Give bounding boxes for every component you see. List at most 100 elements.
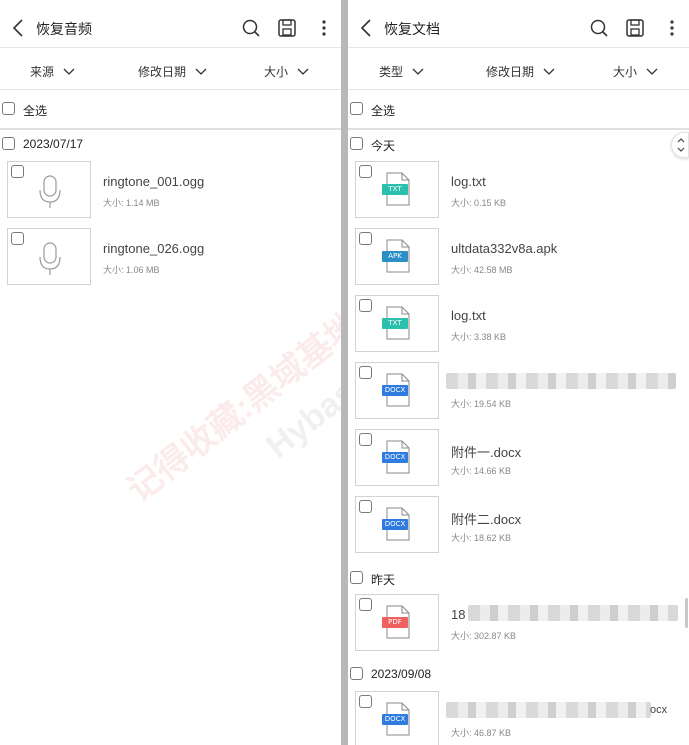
date-group-header: 2023/09/08 (348, 665, 689, 689)
file-thumbnail: PDF (355, 594, 439, 651)
date-group-header: 昨天 (348, 569, 689, 593)
more-vertical-icon[interactable] (311, 15, 337, 41)
filter-label: 类型 (379, 65, 404, 79)
filter-type[interactable]: 类型 (379, 63, 424, 80)
file-size: 大小: 18.62 KB (451, 533, 512, 543)
filter-modified-date[interactable]: 修改日期 (138, 63, 207, 80)
more-vertical-icon[interactable] (659, 15, 685, 41)
file-thumbnail: DOCX (355, 691, 439, 745)
list-item[interactable]: APK ultdata332v8a.apk 大小: 42.58 MB (348, 228, 689, 288)
filter-label: 修改日期 (486, 65, 535, 79)
redacted-file-name (468, 605, 678, 621)
item-checkbox[interactable] (359, 165, 372, 178)
filter-label: 大小 (264, 65, 289, 79)
item-checkbox[interactable] (359, 232, 372, 245)
filter-bar: 类型 修改日期 大小 (348, 56, 689, 90)
list-item[interactable]: DOCX 大小: 19.54 KB (348, 362, 689, 422)
item-checkbox[interactable] (359, 598, 372, 611)
list-item[interactable]: TXT log.txt 大小: 3.38 KB (348, 295, 689, 355)
group-date: 2023/07/17 (23, 137, 84, 151)
document-recovery-panel: 恢复文档 类型 修改日期 大小 全选 今天 TXT log.txt 大小: 0.… (348, 0, 689, 745)
file-size: 大小: 3.38 KB (451, 332, 507, 342)
group-checkbox[interactable] (350, 571, 363, 584)
item-checkbox[interactable] (359, 500, 372, 513)
item-checkbox[interactable] (359, 366, 372, 379)
scrollbar[interactable] (685, 598, 688, 628)
file-type-badge: DOCX (382, 385, 408, 396)
file-size: 大小: 42.58 MB (451, 265, 513, 275)
file-name: ringtone_026.ogg (103, 241, 205, 256)
chevron-down-icon (543, 68, 555, 75)
select-all-row[interactable]: 全选 (348, 96, 689, 124)
file-thumbnail: DOCX (355, 496, 439, 553)
group-checkbox[interactable] (350, 137, 363, 150)
fast-scroll-handle[interactable] (671, 132, 689, 158)
watermark-text: 记得收藏:黑域基地 (120, 305, 341, 510)
filter-modified-date[interactable]: 修改日期 (486, 63, 555, 80)
filter-label: 修改日期 (138, 65, 187, 79)
file-thumbnail: DOCX (355, 429, 439, 486)
search-icon[interactable] (586, 15, 612, 41)
chevron-down-icon (412, 68, 424, 75)
item-checkbox[interactable] (359, 433, 372, 446)
list-item[interactable]: TXT log.txt 大小: 0.15 KB (348, 161, 689, 221)
group-date: 2023/09/08 (371, 667, 432, 681)
filter-source[interactable]: 来源 (30, 63, 75, 80)
select-all-row[interactable]: 全选 (0, 96, 341, 124)
item-checkbox[interactable] (359, 299, 372, 312)
scroll-arrows-icon (677, 138, 685, 152)
list-item[interactable]: DOCX ocx 大小: 46.87 KB (348, 691, 689, 745)
group-checkbox[interactable] (2, 137, 15, 150)
select-all-checkbox[interactable] (350, 102, 363, 115)
filter-bar: 来源 修改日期 大小 (0, 56, 341, 90)
chevron-down-icon (297, 68, 309, 75)
list-item[interactable]: DOCX 附件二.docx 大小: 18.62 KB (348, 496, 689, 556)
file-name: ringtone_001.ogg (103, 174, 205, 189)
save-icon[interactable] (274, 15, 300, 41)
item-checkbox[interactable] (11, 165, 24, 178)
filter-label: 来源 (30, 65, 55, 79)
file-type-badge: TXT (382, 184, 408, 195)
select-all-checkbox[interactable] (2, 102, 15, 115)
chevron-down-icon (646, 68, 658, 75)
file-name: log.txt (451, 174, 486, 189)
file-thumbnail: TXT (355, 295, 439, 352)
file-thumbnail: APK (355, 228, 439, 285)
file-size: 大小: 14.66 KB (451, 466, 512, 476)
redacted-file-name (446, 702, 651, 718)
file-size: 大小: 0.15 KB (451, 198, 507, 208)
file-size: 大小: 1.06 MB (103, 265, 160, 275)
list-item[interactable]: DOCX 附件一.docx 大小: 14.66 KB (348, 429, 689, 489)
item-checkbox[interactable] (11, 232, 24, 245)
page-title: 恢复文档 (384, 21, 440, 37)
file-name: 附件二.docx (451, 512, 522, 527)
audio-recovery-panel: 恢复音频 来源 修改日期 大小 全选 2023/07/17 ringtone_0… (0, 0, 341, 745)
search-icon[interactable] (238, 15, 264, 41)
item-checkbox[interactable] (359, 695, 372, 708)
file-type-badge: PDF (382, 617, 408, 628)
file-size: 大小: 19.54 KB (451, 399, 512, 409)
select-all-label: 全选 (371, 104, 396, 118)
filter-label: 大小 (613, 65, 638, 79)
file-type-badge: DOCX (382, 714, 408, 725)
filter-size[interactable]: 大小 (264, 63, 309, 80)
file-type-badge: TXT (382, 318, 408, 329)
list-item[interactable]: ringtone_026.ogg 大小: 1.06 MB (0, 228, 341, 288)
file-name: 附件一.docx (451, 445, 522, 460)
microphone-icon (39, 242, 61, 275)
list-item[interactable]: ringtone_001.ogg 大小: 1.14 MB (0, 161, 341, 221)
file-name: 18 (451, 607, 466, 622)
file-name: ultdata332v8a.apk (451, 241, 558, 256)
save-icon[interactable] (622, 15, 648, 41)
group-date: 今天 (371, 139, 396, 153)
page-title: 恢复音频 (36, 21, 92, 37)
back-icon[interactable] (356, 14, 378, 42)
list-item[interactable]: PDF 18 大小: 302.87 KB (348, 594, 689, 654)
file-size: 大小: 1.14 MB (103, 198, 160, 208)
back-icon[interactable] (8, 14, 30, 42)
group-date: 昨天 (371, 573, 396, 587)
microphone-icon (39, 175, 61, 208)
file-thumbnail: DOCX (355, 362, 439, 419)
filter-size[interactable]: 大小 (613, 63, 658, 80)
group-checkbox[interactable] (350, 667, 363, 680)
